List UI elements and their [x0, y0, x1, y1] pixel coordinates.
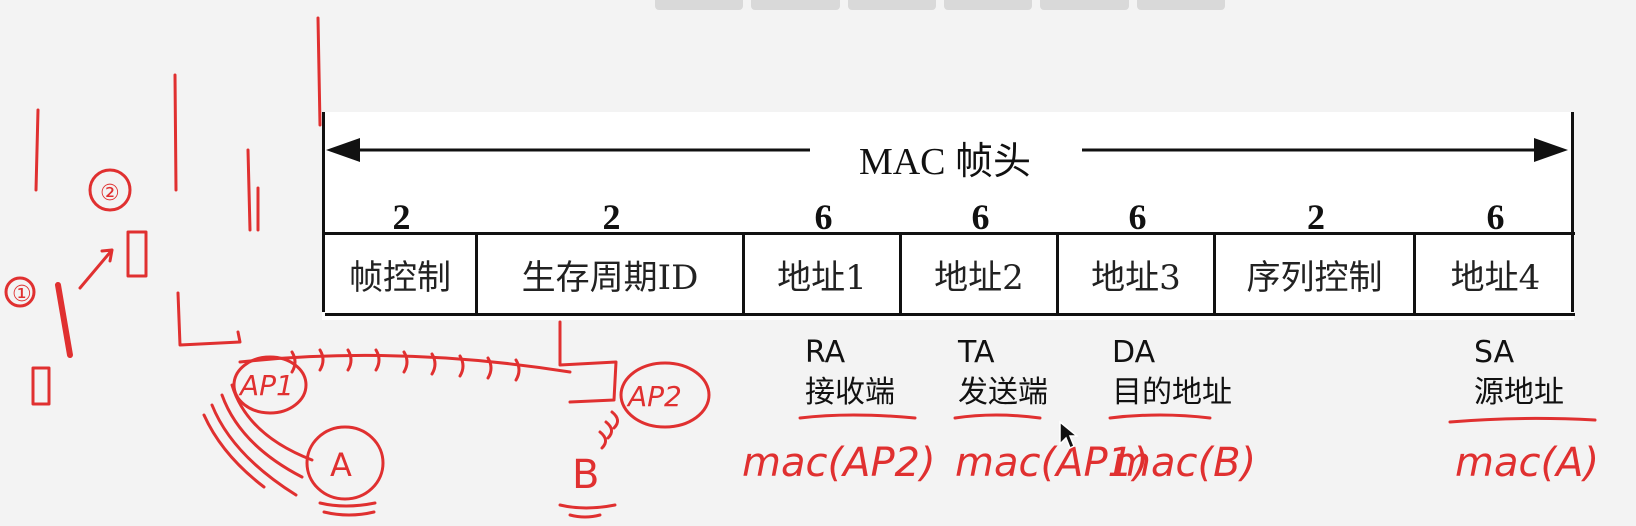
ap-box: [176, 291, 242, 347]
ap1-circle: [232, 355, 308, 415]
sketch-label: AP1: [238, 369, 294, 402]
signal-waves: [290, 348, 521, 382]
device-box: [31, 366, 51, 406]
field-address-2: 地址2: [902, 235, 1059, 313]
handwritten-ra-value: mac(AP2): [742, 440, 936, 486]
circled-two: [88, 168, 132, 212]
mac-header-fields: 帧控制 生存周期ID 地址1 地址2 地址3 序列控制 地址4: [325, 232, 1575, 316]
annotation-meaning: 源地址: [1474, 375, 1564, 410]
pen-stroke: [316, 16, 322, 127]
underline: [558, 503, 617, 519]
field-label: 地址1: [777, 257, 867, 298]
field-address-3: 地址3: [1059, 235, 1216, 313]
underline: [1448, 416, 1597, 424]
pen-stroke: [55, 282, 73, 358]
tab-placeholder: [943, 0, 1033, 10]
sketch-label: A: [330, 446, 352, 484]
device-box: [126, 230, 148, 278]
ap2-circle: [619, 361, 711, 429]
annotation-abbr: SA: [1474, 335, 1515, 370]
sketch-label: ②: [100, 181, 120, 206]
underline: [798, 413, 917, 420]
station-a-circle: [305, 425, 385, 501]
field-address-1: 地址1: [745, 235, 902, 313]
underline: [953, 413, 1042, 420]
signal-waves: [598, 410, 619, 450]
field-label: 帧控制: [349, 257, 451, 298]
header-title: MAC 帧头: [810, 130, 1080, 185]
wireless-link: [238, 353, 572, 374]
window-tab-strip: [655, 0, 1225, 10]
field-label: 地址3: [1091, 257, 1181, 298]
annotation-sa: SA 源地址: [1474, 333, 1564, 413]
field-frame-control: 帧控制: [325, 235, 478, 313]
annotation-abbr: RA: [805, 335, 846, 370]
field-sequence-control: 序列控制: [1216, 235, 1416, 313]
field-duration-id: 生存周期ID: [478, 235, 745, 313]
pen-stroke: [246, 148, 252, 232]
annotation-ta: TA 发送端: [958, 333, 1048, 413]
underline: [1108, 413, 1212, 420]
handwritten-da-value: mac(B): [1112, 440, 1257, 486]
sketch-label: B: [572, 452, 599, 498]
tab-placeholder: [1040, 0, 1129, 10]
field-size-row: 2 2 6 6 6 2 6: [325, 196, 1575, 237]
field-address-4: 地址4: [1416, 235, 1575, 313]
field-label: 序列控制: [1246, 257, 1383, 298]
field-label: 地址2: [934, 257, 1024, 298]
underline: [318, 501, 377, 517]
sketch-label: ①: [12, 282, 32, 307]
annotation-ra: RA 接收端: [805, 333, 895, 413]
annotation-da: DA 目的地址: [1112, 333, 1232, 413]
annotation-meaning: 接收端: [805, 375, 895, 410]
sketch-label: AP2: [626, 380, 682, 413]
handwritten-sa-value: mac(A): [1455, 440, 1600, 486]
mouse-cursor-icon: [1059, 420, 1078, 450]
annotation-abbr: TA: [958, 335, 995, 370]
tab-placeholder: [655, 0, 744, 10]
tab-placeholder: [1136, 0, 1225, 10]
annotation-abbr: DA: [1112, 335, 1156, 370]
ap-box: [558, 320, 618, 404]
field-label: 生存周期ID: [521, 257, 699, 298]
field-label: 地址4: [1450, 257, 1541, 298]
annotation-meaning: 发送端: [958, 375, 1048, 410]
tab-placeholder: [751, 0, 840, 10]
circled-one: [4, 276, 36, 308]
signal-waves: [202, 383, 314, 497]
annotation-meaning: 目的地址: [1112, 375, 1232, 410]
pen-stroke: [173, 73, 178, 192]
pen-stroke: [34, 108, 40, 192]
tab-placeholder: [847, 0, 936, 10]
move-arrow: [78, 248, 114, 290]
